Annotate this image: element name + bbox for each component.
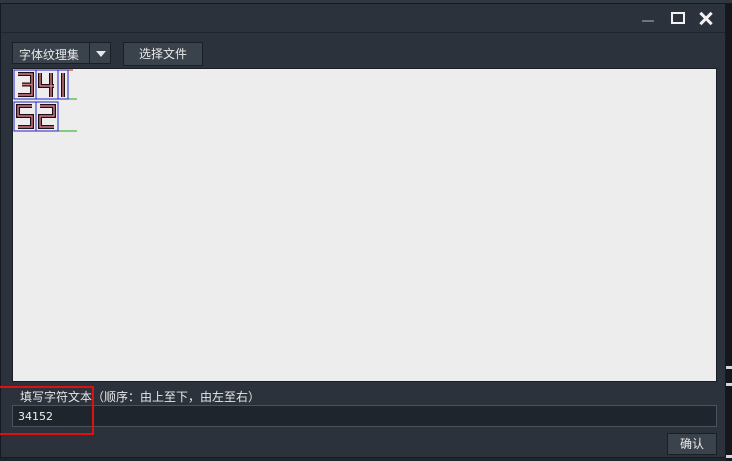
edge-marker <box>726 366 732 369</box>
dropdown-separator <box>89 43 90 63</box>
highlight-box <box>0 386 94 435</box>
font-type-dropdown[interactable]: 字体纹理集 <box>12 42 111 64</box>
glyph-2 <box>35 101 59 132</box>
close-icon[interactable] <box>695 8 717 28</box>
glyph-atlas <box>13 69 77 132</box>
char-text-input[interactable] <box>12 405 717 427</box>
glyph-row-2 <box>13 101 77 132</box>
edge-marker <box>726 455 732 458</box>
maximize-icon[interactable] <box>666 8 688 28</box>
glyph-5 <box>13 101 37 132</box>
confirm-button[interactable]: 确认 <box>667 433 717 455</box>
window-edge <box>726 3 732 461</box>
choose-file-button[interactable]: 选择文件 <box>123 42 203 66</box>
chevron-down-icon[interactable] <box>96 51 106 57</box>
title-bar <box>1 4 725 33</box>
texture-preview <box>12 68 717 382</box>
font-texture-dialog: 字体纹理集 选择文件 填写字符文本（顺序：由上至下，由左至右） 34152 确认 <box>0 3 726 458</box>
edge-marker <box>726 383 732 386</box>
glyph-3 <box>13 69 37 100</box>
minimize-icon[interactable] <box>637 8 659 28</box>
glyph-1 <box>57 69 69 100</box>
glyph-4 <box>35 69 59 100</box>
toolbar: 字体纹理集 选择文件 <box>1 40 725 68</box>
glyph-row-1 <box>13 69 77 100</box>
font-type-value: 字体纹理集 <box>19 48 80 62</box>
